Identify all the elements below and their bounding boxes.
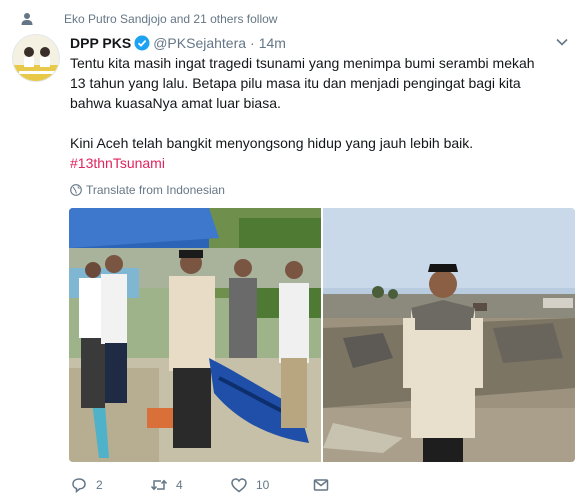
tweet-timestamp[interactable]: 14m [259, 35, 286, 51]
reply-count: 2 [96, 478, 103, 492]
reply-button[interactable]: 2 [70, 475, 103, 495]
globe-icon [70, 184, 82, 196]
author-handle[interactable]: @PKSejahtera [153, 35, 246, 51]
heart-icon [231, 478, 247, 493]
direct-message-button[interactable] [312, 475, 338, 495]
tweet-actions: 2 4 10 [70, 475, 370, 495]
verified-badge-icon [134, 35, 150, 51]
photo-image [69, 208, 321, 462]
translate-link[interactable]: Translate from Indonesian [70, 182, 225, 198]
photo-rescue-workers[interactable] [69, 208, 321, 462]
social-context[interactable]: Eko Putro Sandjojo and 21 others follow [18, 10, 277, 28]
tweet-paragraph: Tentu kita masih ingat tragedi tsunami y… [70, 55, 535, 111]
like-button[interactable]: 10 [230, 475, 269, 495]
hashtag-link[interactable]: #13thnTsunami [70, 155, 165, 171]
envelope-icon [313, 479, 329, 491]
media-grid [69, 208, 575, 462]
chevron-down-icon[interactable] [555, 35, 569, 49]
social-context-text: Eko Putro Sandjojo and 21 others follow [64, 12, 278, 26]
tweet-header: DPP PKS @PKSejahtera · 14m [70, 33, 569, 53]
like-count: 10 [256, 478, 270, 492]
photo-man-in-ruins[interactable] [323, 208, 575, 462]
author-name[interactable]: DPP PKS [70, 35, 131, 51]
avatar[interactable] [12, 34, 60, 82]
retweet-count: 4 [176, 478, 183, 492]
tweet-paragraph: Kini Aceh telah bangkit menyongsong hidu… [70, 135, 474, 151]
reply-icon [72, 478, 86, 494]
photo-image [323, 208, 575, 462]
avatar-image [13, 35, 59, 81]
retweet-icon [150, 479, 168, 491]
translate-label: Translate from Indonesian [86, 183, 225, 197]
separator-dot: · [250, 35, 255, 51]
tweet-text: Tentu kita masih ingat tragedi tsunami y… [70, 53, 550, 173]
person-icon [21, 13, 33, 25]
retweet-button[interactable]: 4 [150, 475, 183, 495]
